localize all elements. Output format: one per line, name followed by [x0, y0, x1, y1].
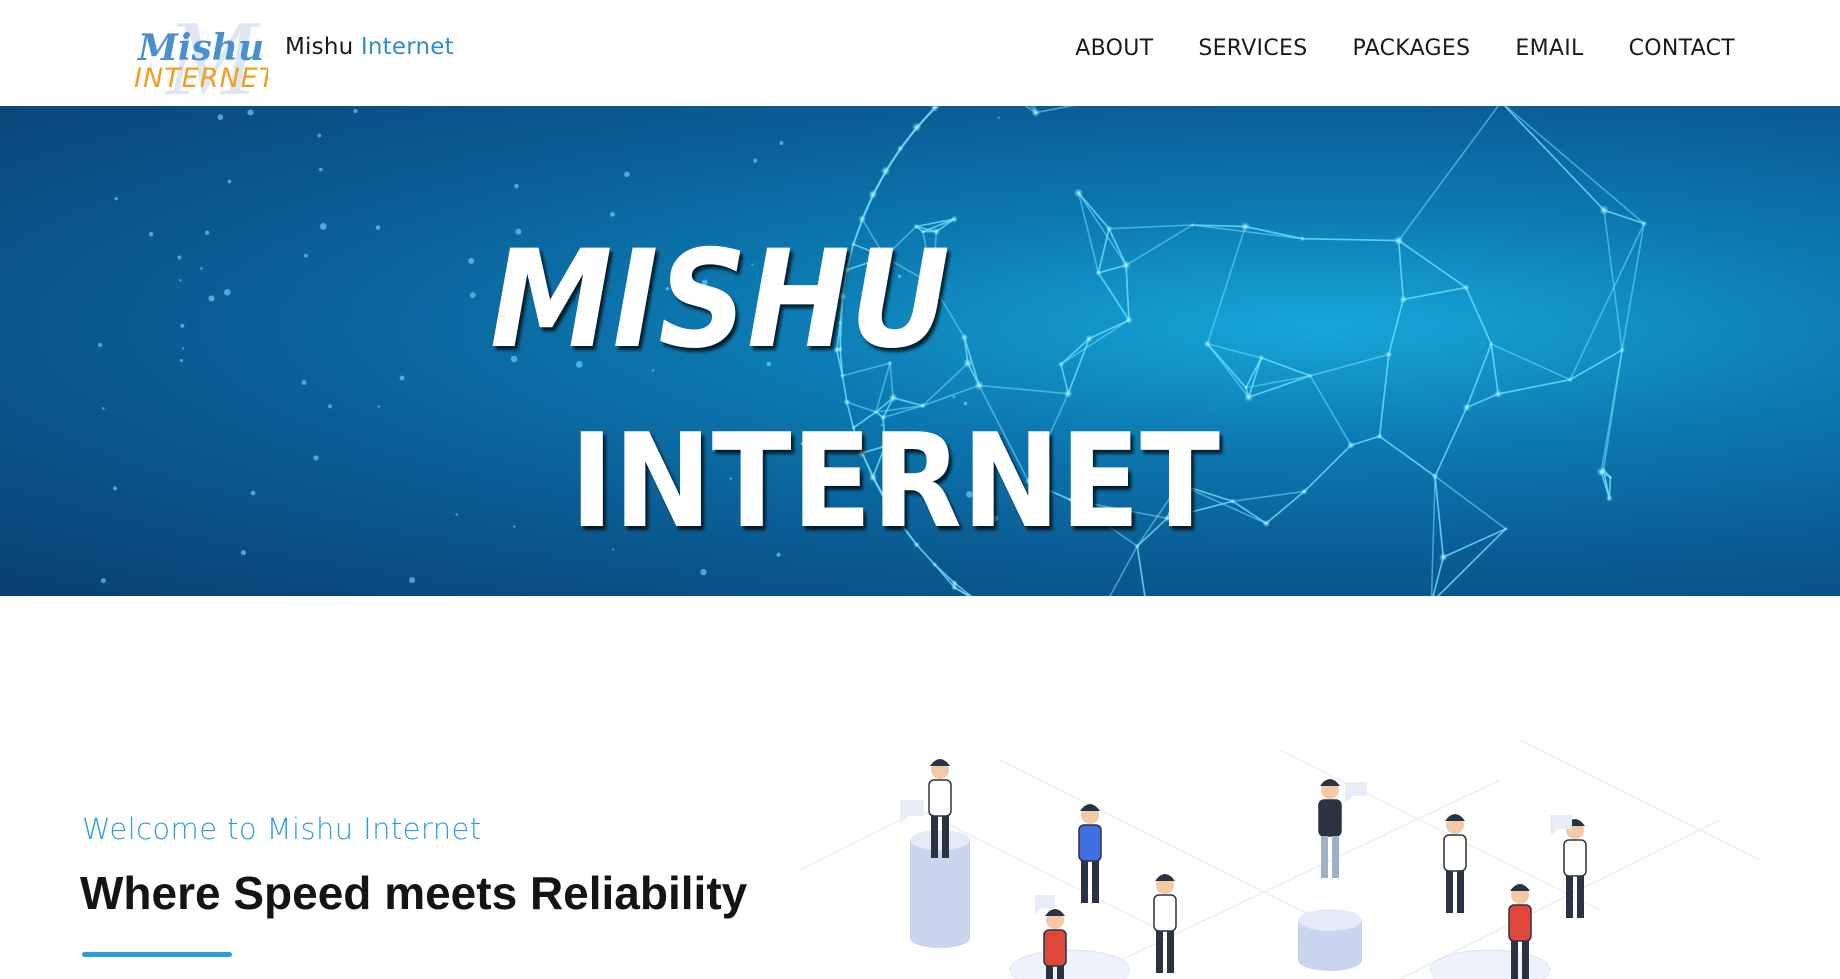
heading-underline	[82, 952, 232, 957]
hero-title-line1: MISHU	[490, 221, 950, 378]
page-tagline: Where Speed meets Reliability	[80, 867, 748, 919]
nav-packages[interactable]: PACKAGES	[1352, 36, 1470, 61]
nav-email[interactable]: EMAIL	[1515, 36, 1583, 61]
illustration	[800, 720, 1760, 979]
nav-contact[interactable]: CONTACT	[1629, 36, 1735, 61]
logo-icon: M Mishu INTERNET	[134, 8, 268, 104]
hero-banner: MISHU INTERNET	[0, 106, 1840, 596]
brand-name-part1: Mishu	[285, 34, 354, 60]
hero-title: MISHU INTERNET	[490, 206, 1250, 546]
site-header: M Mishu INTERNET Mishu Internet ABOUT SE…	[0, 0, 1840, 106]
nav-services[interactable]: SERVICES	[1198, 36, 1307, 61]
hero-title-line2: INTERNET	[570, 405, 1220, 546]
team-network-illustration-icon	[800, 739, 1760, 979]
welcome-text: Welcome to Mishu Internet	[82, 812, 482, 846]
brand-name-part2: Internet	[360, 34, 454, 60]
nav-about[interactable]: ABOUT	[1075, 36, 1153, 61]
site-logo[interactable]: M Mishu INTERNET	[128, 8, 268, 104]
logo-sub-text: INTERNET	[134, 63, 268, 94]
main-nav: ABOUT SERVICES PACKAGES EMAIL CONTACT	[1075, 36, 1735, 61]
brand-name[interactable]: Mishu Internet	[285, 34, 454, 60]
